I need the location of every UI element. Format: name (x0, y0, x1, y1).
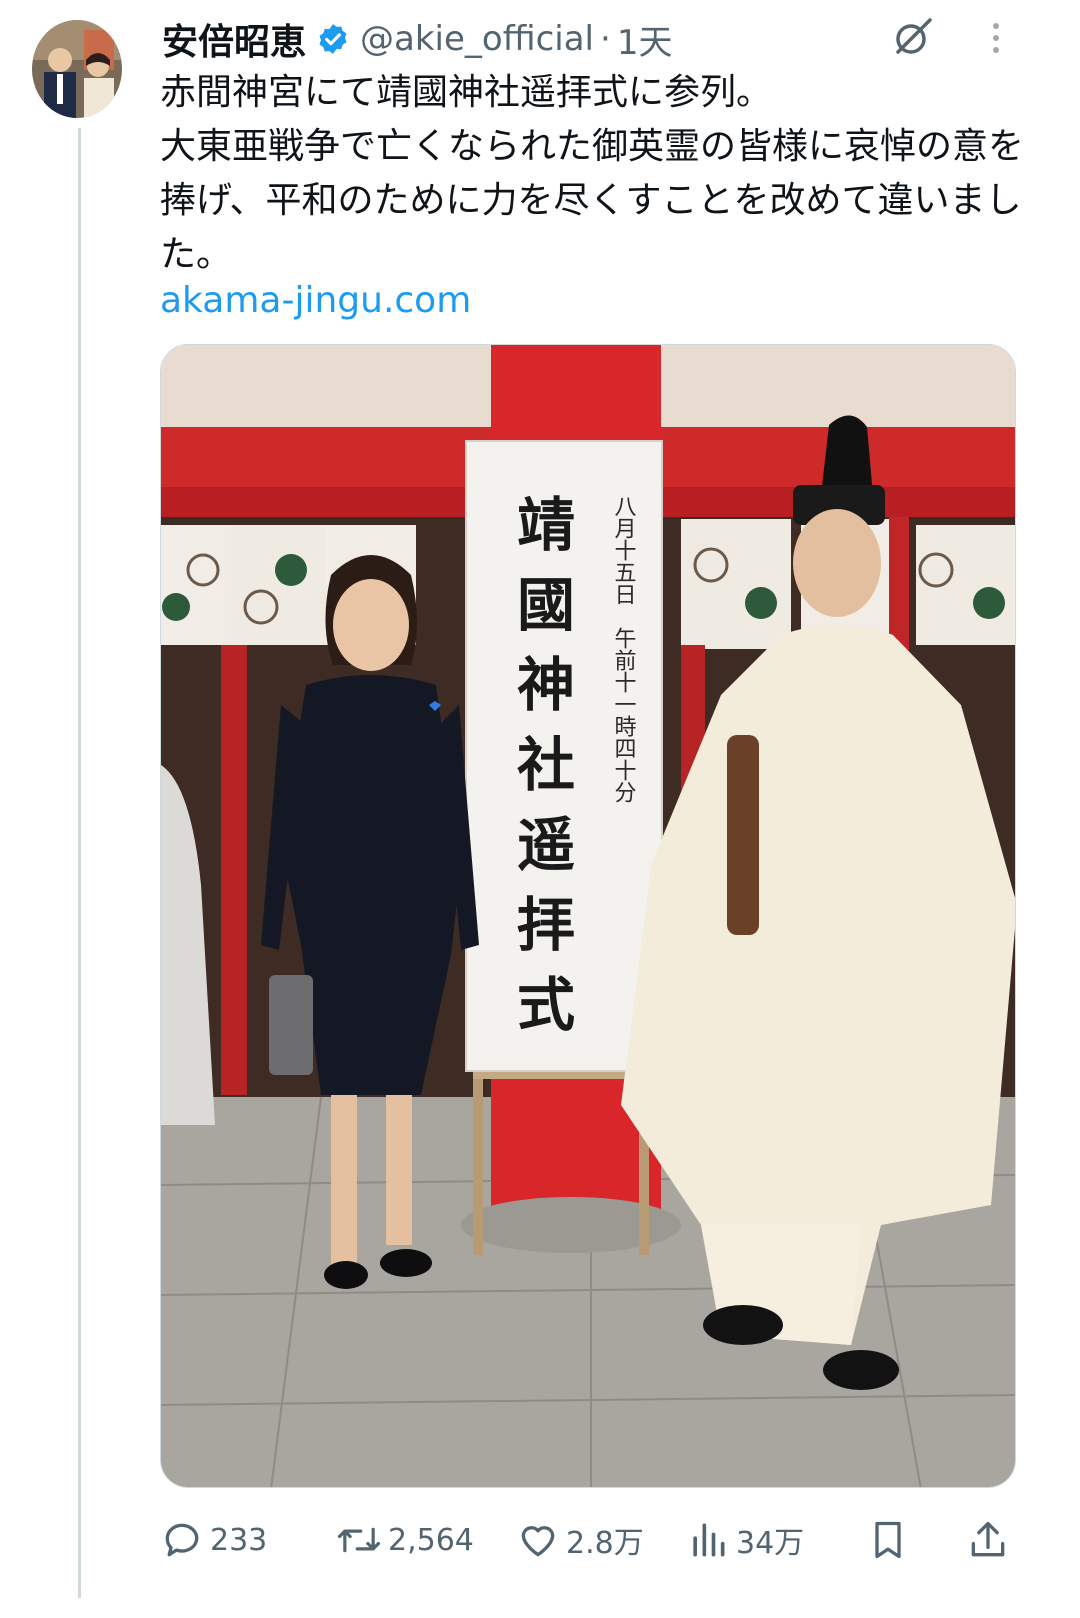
bookmark-icon (875, 1521, 901, 1559)
handle[interactable]: @akie_official (360, 19, 594, 59)
thread-line (78, 128, 81, 1598)
banner-char: 式 (517, 971, 575, 1039)
banner-char: 遥 (517, 811, 575, 879)
views-count: 34万 (736, 1526, 805, 1561)
reply-icon (165, 1523, 199, 1557)
tweet-header: 安倍昭恵 @akie_official · 1天 (162, 14, 672, 64)
banner-char: 國 (517, 571, 575, 639)
banner-char: 拝 (517, 891, 575, 959)
separator-dot: · (600, 19, 611, 59)
retweet-button[interactable]: 2,564 (336, 1510, 474, 1570)
grok-icon[interactable] (890, 14, 936, 60)
reply-button[interactable]: 233 (160, 1510, 267, 1570)
avatar[interactable] (32, 20, 122, 118)
tweet-text: 赤間神宮にて靖國神社遥拝式に参列。 大東亜戦争で亡くなられた御英霊の皆様に哀悼の… (160, 72, 1025, 275)
banner-char: 社 (517, 731, 575, 799)
reply-count: 233 (210, 1522, 268, 1558)
action-bar: 233 2,564 2.8万 34万 (160, 1510, 1040, 1570)
bookmark-button[interactable] (866, 1510, 916, 1570)
share-icon (971, 1521, 1005, 1557)
views-button[interactable]: 34万 (686, 1510, 804, 1570)
tweet-link[interactable]: akama-jingu.com (160, 280, 471, 321)
timestamp[interactable]: 1天 (617, 15, 673, 64)
verified-badge-icon (319, 24, 347, 54)
retweet-count: 2,564 (388, 1522, 474, 1558)
like-button[interactable]: 2.8万 (516, 1510, 644, 1570)
banner-char: 神 (517, 651, 575, 719)
banner-date: 八月十五日 午前十一時四十分 (611, 495, 637, 803)
like-icon (521, 1526, 555, 1557)
retweet-icon (337, 1527, 381, 1553)
share-button[interactable] (966, 1510, 1016, 1570)
banner-char: 靖 (517, 491, 575, 559)
more-icon[interactable] (984, 18, 1008, 58)
views-icon (693, 1523, 725, 1557)
tweet-photo[interactable]: 靖 國 神 社 遥 拝 式 八月十五日 午前十一時四十分 (160, 344, 1016, 1488)
display-name[interactable]: 安倍昭恵 (162, 13, 306, 65)
like-count: 2.8万 (566, 1526, 644, 1561)
